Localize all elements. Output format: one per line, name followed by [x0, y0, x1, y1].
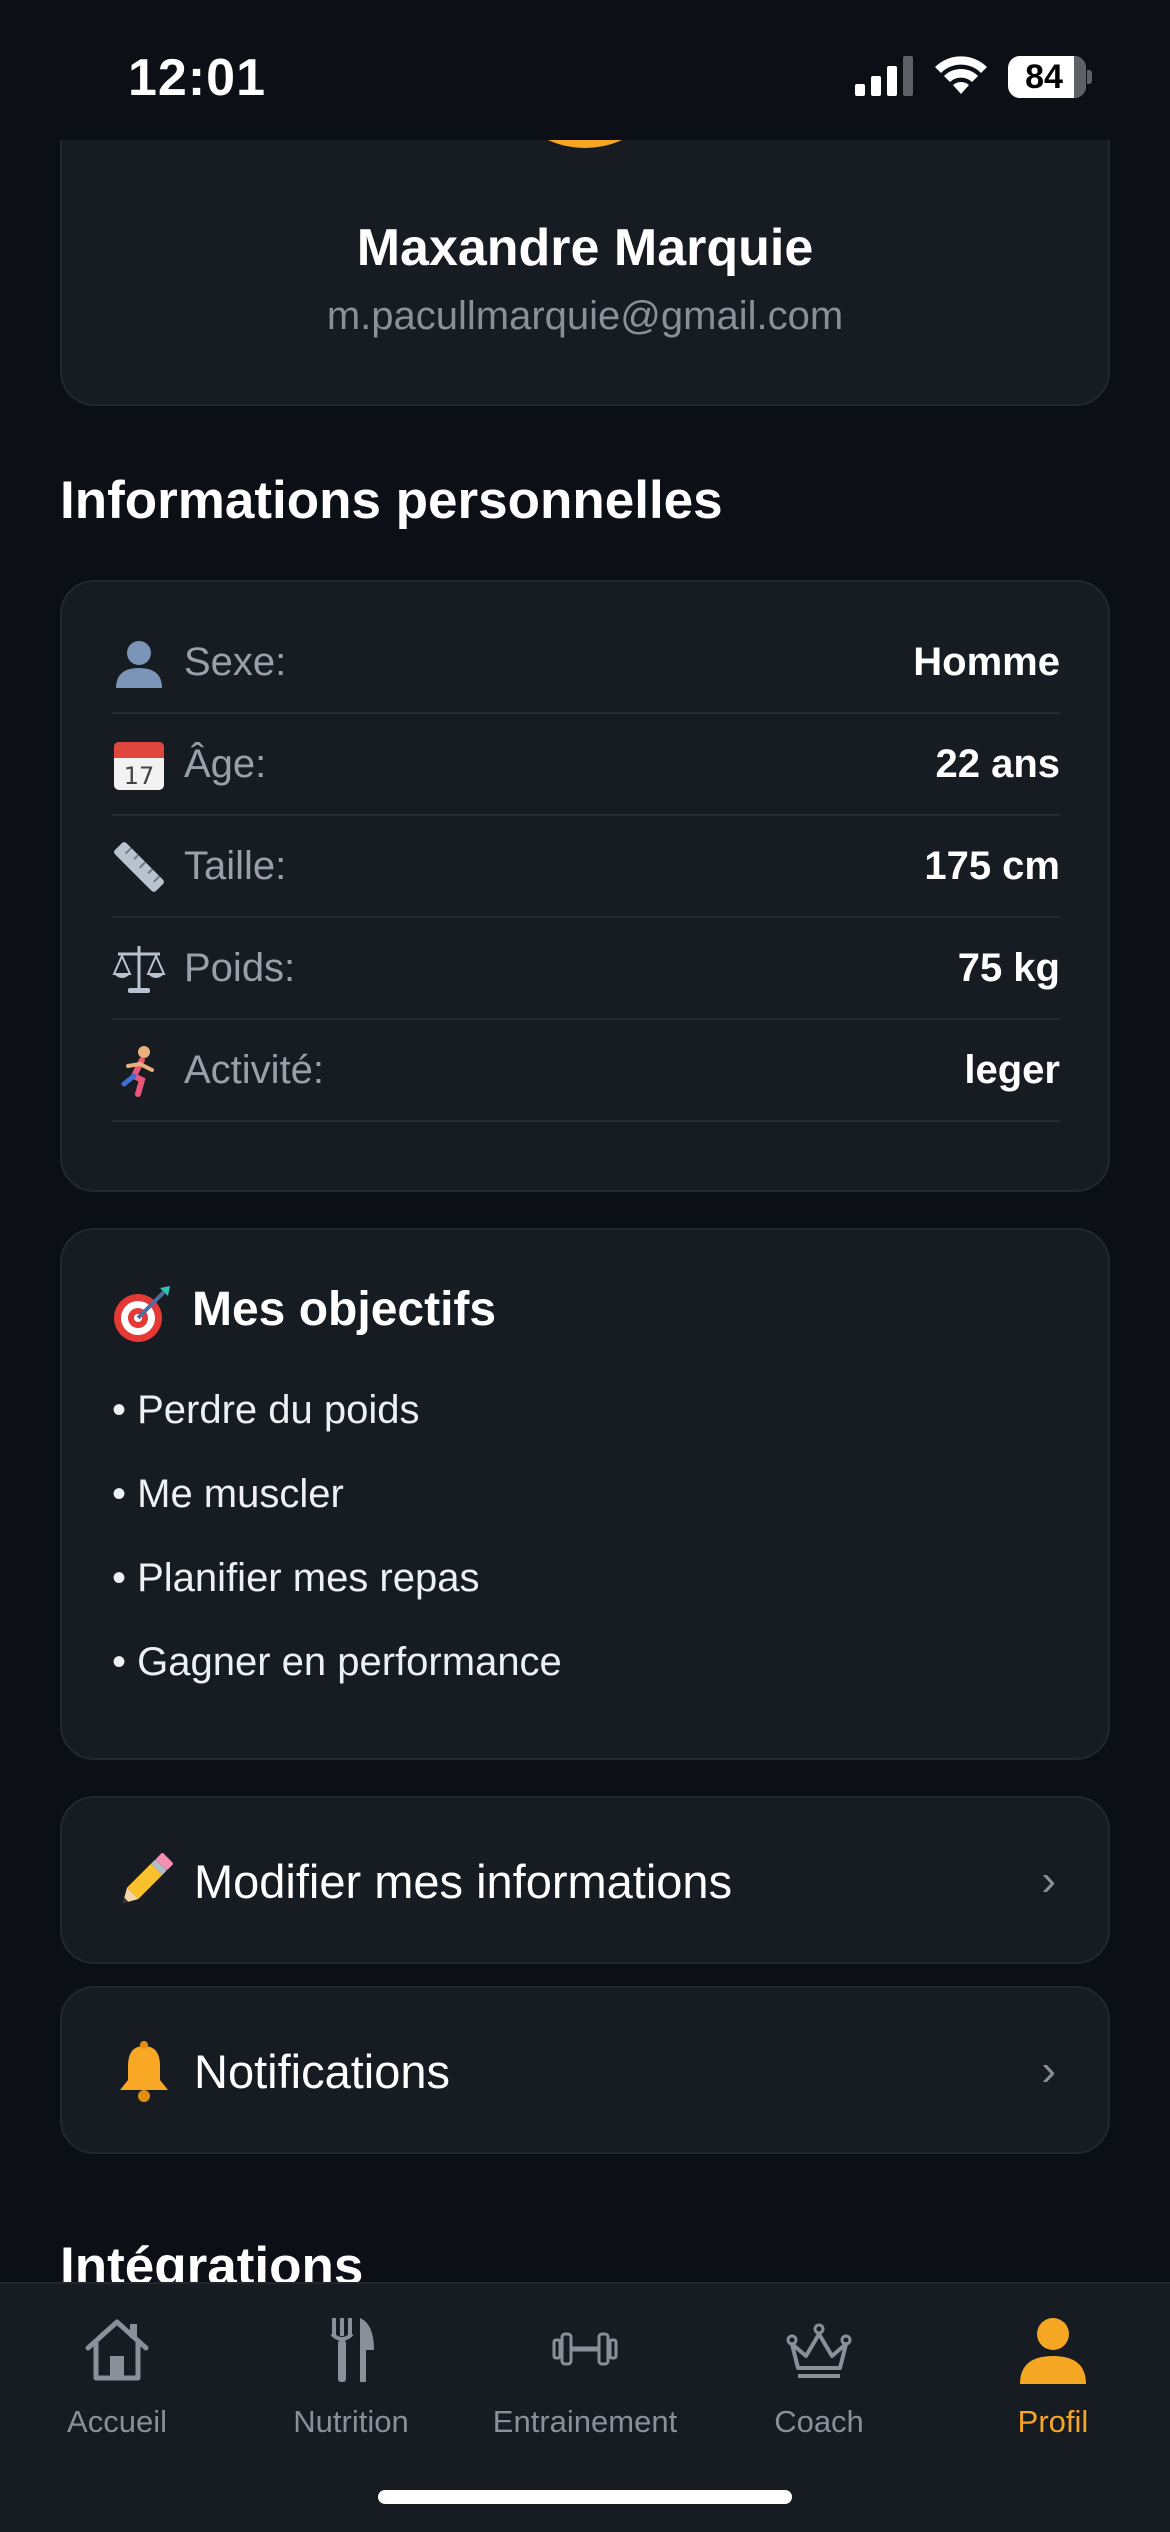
info-row-poids: Poids: 75 kg — [112, 918, 1060, 1020]
info-row-age: 17 Âge: 22 ans — [112, 714, 1060, 816]
chevron-right-icon: › — [1041, 1856, 1056, 1905]
section-title-personal-info: Informations personnelles — [60, 471, 723, 530]
tab-label: Coach — [774, 2404, 864, 2439]
info-row-sexe: Sexe: Homme — [112, 612, 1060, 714]
info-label: Activité: — [184, 1048, 325, 1092]
personal-info-card: Sexe: Homme 17 Âge: 22 ans Taille: 175 c… — [60, 580, 1110, 1192]
status-bar: 12:01 84 — [0, 0, 1170, 140]
tab-label: Nutrition — [293, 2404, 409, 2439]
goal-item: • Planifier mes repas — [112, 1556, 480, 1600]
battery-icon: 84 — [1008, 56, 1092, 98]
goal-item: • Gagner en performance — [112, 1640, 562, 1684]
battery-level: 84 — [1025, 58, 1063, 96]
notifications-label: Notifications — [194, 2045, 450, 2098]
calendar-icon: 17 — [114, 742, 164, 790]
tab-coach[interactable]: Coach — [702, 2304, 936, 2464]
crown-icon — [786, 2323, 852, 2378]
notifications-button[interactable]: Notifications › — [60, 1986, 1110, 2154]
profile-icon — [1020, 2318, 1086, 2384]
ruler-icon — [114, 842, 164, 892]
tab-label: Profil — [1017, 2404, 1089, 2439]
tab-label: Accueil — [67, 2404, 167, 2439]
chevron-right-icon: › — [1041, 2046, 1056, 2095]
info-value: 22 ans — [935, 742, 1060, 786]
edit-info-button[interactable]: Modifier mes informations › — [60, 1796, 1110, 1964]
info-label: Poids: — [184, 946, 296, 990]
info-row-taille: Taille: 175 cm — [112, 816, 1060, 918]
home-indicator[interactable] — [378, 2490, 792, 2504]
info-label: Sexe: — [184, 640, 287, 684]
info-label: Taille: — [184, 844, 287, 888]
cellular-signal-icon — [855, 56, 913, 96]
info-value: 175 cm — [924, 844, 1060, 888]
dumbbell-icon — [552, 2332, 618, 2366]
bell-icon — [120, 2041, 168, 2102]
goals-title: Mes objectifs — [192, 1283, 497, 1336]
person-icon — [116, 641, 162, 688]
info-row-activite: Activité: leger — [112, 1020, 1060, 1122]
edit-info-label: Modifier mes informations — [194, 1855, 733, 1908]
tab-profil[interactable]: Profil — [936, 2304, 1170, 2464]
target-icon — [114, 1286, 170, 1342]
info-value: 75 kg — [957, 946, 1060, 990]
profile-screen: Maxandre Marquie m.pacullmarquie@gmail.c… — [0, 0, 1170, 2532]
tab-nutrition[interactable]: Nutrition — [234, 2304, 468, 2464]
info-value: leger — [964, 1048, 1060, 1092]
profile-name: Maxandre Marquie — [356, 219, 814, 277]
wifi-icon — [935, 56, 987, 94]
tab-label: Entrainement — [492, 2404, 678, 2439]
info-label: Âge: — [184, 742, 267, 786]
tab-accueil[interactable]: Accueil — [0, 2304, 234, 2464]
goal-item: • Perdre du poids — [112, 1388, 420, 1432]
goal-item: • Me muscler — [112, 1472, 344, 1516]
home-icon — [85, 2319, 149, 2381]
runner-icon — [121, 1046, 154, 1097]
profile-email: m.pacullmarquie@gmail.com — [326, 294, 844, 338]
cutlery-icon — [330, 2318, 374, 2382]
profile-card: Maxandre Marquie m.pacullmarquie@gmail.c… — [60, 100, 1110, 406]
scale-icon — [112, 946, 166, 993]
info-value: Homme — [913, 640, 1060, 684]
tab-entrainement[interactable]: Entrainement — [468, 2304, 702, 2464]
pencil-icon — [122, 1853, 173, 1904]
status-time: 12:01 — [128, 49, 266, 107]
goals-card: Mes objectifs • Perdre du poids • Me mus… — [60, 1228, 1110, 1760]
svg-text:17: 17 — [124, 762, 155, 790]
